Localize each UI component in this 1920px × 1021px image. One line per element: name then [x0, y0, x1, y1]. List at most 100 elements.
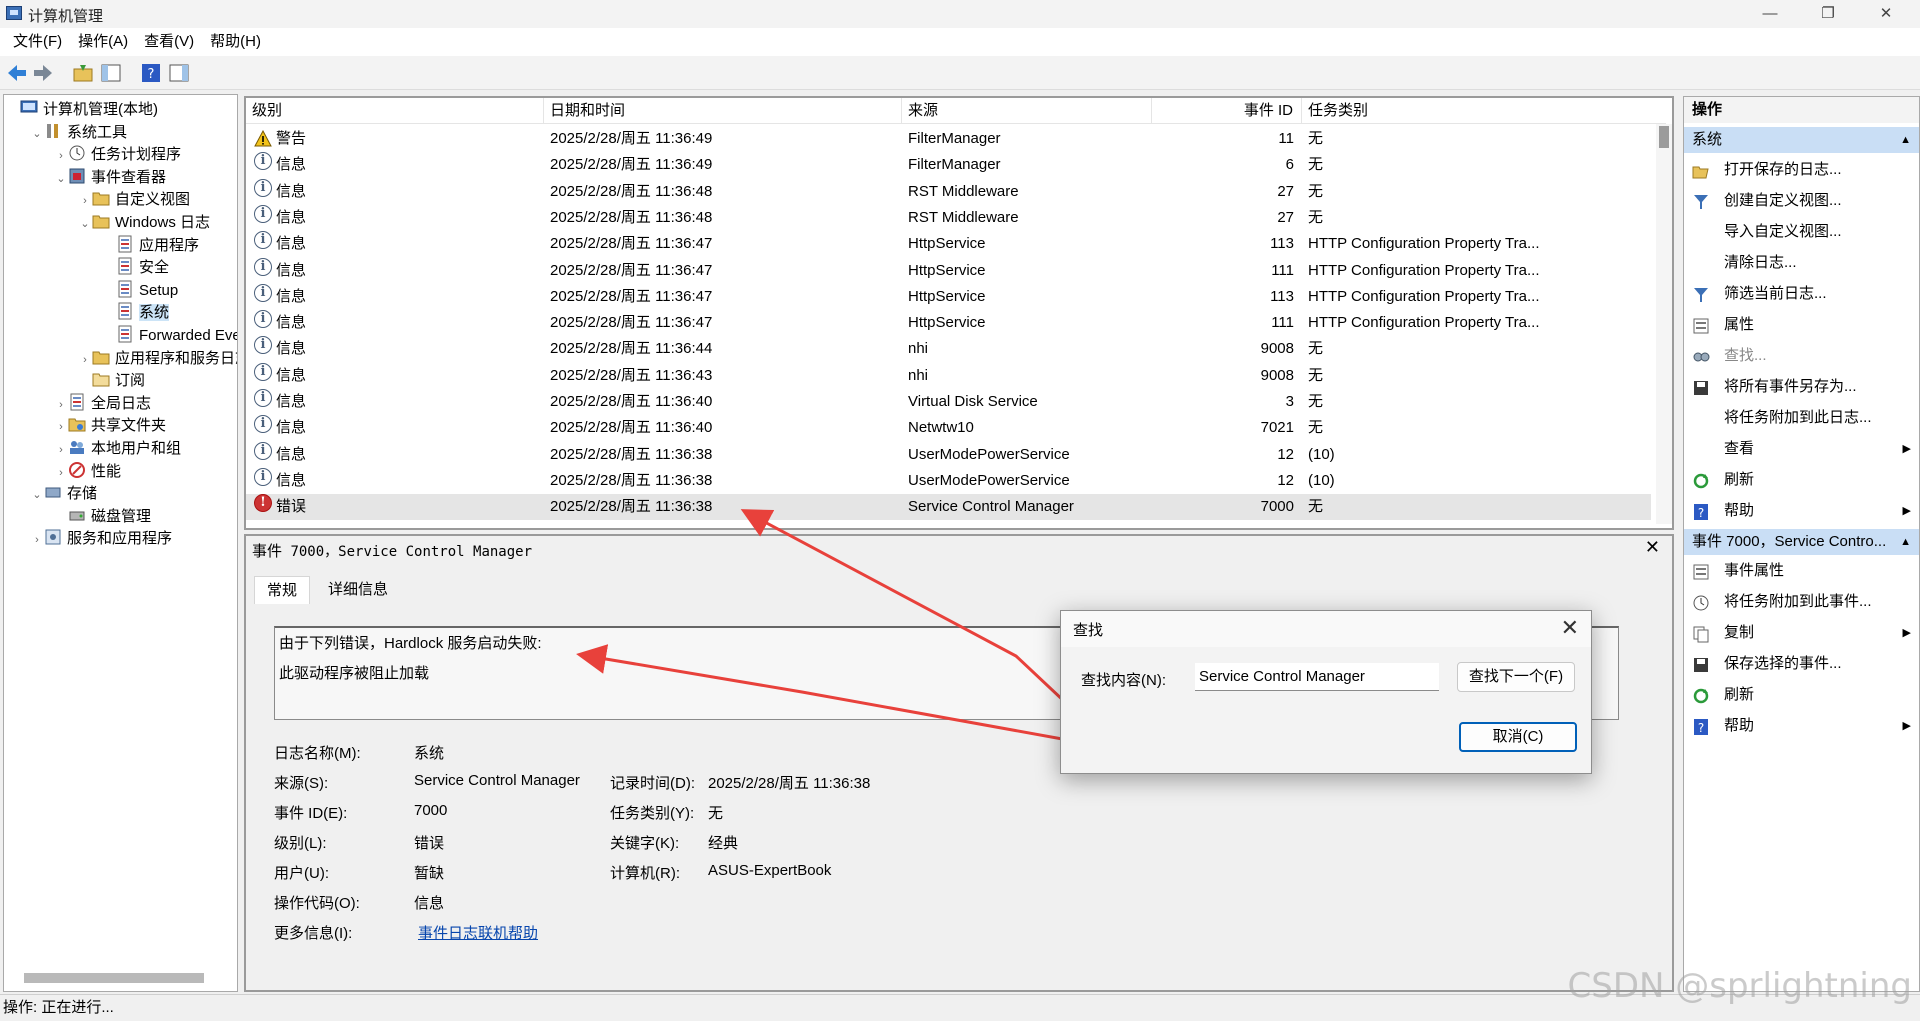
tree-item[interactable]: 计算机管理(本地)	[6, 99, 158, 121]
tree-item[interactable]: ⌄ 事件查看器	[54, 167, 166, 189]
tree-item[interactable]: ⌄ Windows 日志	[78, 212, 210, 234]
action-item[interactable]: 筛选当前日志...	[1684, 280, 1919, 308]
event-row[interactable]: i 信息 2025/2/28/周五 11:36:47 HttpService 113 HT…	[246, 283, 1651, 310]
tree-item[interactable]: › 服务和应用程序	[30, 528, 172, 550]
action-item[interactable]: 刷新	[1684, 681, 1919, 709]
event-row[interactable]: i 信息 2025/2/28/周五 11:36:47 HttpService 111 HT…	[246, 310, 1651, 336]
menu-file[interactable]: 文件(F)	[5, 28, 70, 56]
tree-item[interactable]: 磁盘管理	[54, 506, 151, 528]
action-item[interactable]: 事件属性	[1684, 557, 1919, 585]
event-row[interactable]: i 信息 2025/2/28/周五 11:36:43 nhi 9008 无	[246, 362, 1651, 389]
tree-item[interactable]: › 自定义视图	[78, 189, 190, 211]
chevron-right-icon[interactable]: ›	[78, 349, 92, 371]
show-hide-tree-icon[interactable]	[100, 62, 122, 84]
column-datetime[interactable]: 日期和时间	[544, 98, 902, 124]
up-folder-icon[interactable]	[72, 62, 94, 84]
event-row[interactable]: i 信息 2025/2/28/周五 11:36:48 RST Middleware 27…	[246, 178, 1651, 205]
console-tree: 计算机管理(本地) ⌄ 系统工具 › 任务计划程序 ⌄ 事件查看器 › 自定义视图 ⌄ Window…	[3, 94, 238, 992]
chevron-right-icon[interactable]: ›	[78, 190, 92, 212]
tree-item[interactable]: Forwarded Even	[102, 325, 237, 347]
action-item[interactable]: 打开保存的日志...	[1684, 156, 1919, 184]
action-item[interactable]: 查找...	[1684, 342, 1919, 370]
close-detail-icon[interactable]: ✕	[1645, 537, 1660, 558]
chevron-right-icon[interactable]: ›	[54, 145, 68, 167]
action-item[interactable]: 将任务附加到此日志...	[1684, 404, 1919, 432]
chevron-right-icon[interactable]: ›	[30, 529, 44, 551]
event-row[interactable]: i 信息 2025/2/28/周五 11:36:47 HttpService 113 HT…	[246, 231, 1651, 257]
chevron-right-icon[interactable]: ›	[54, 394, 68, 416]
actions-section-system[interactable]: 系统 ▲	[1684, 127, 1919, 153]
column-source[interactable]: 来源	[902, 98, 1152, 124]
event-row[interactable]: i 信息 2025/2/28/周五 11:36:48 RST Middleware 27…	[246, 204, 1651, 231]
tree-item[interactable]: › 本地用户和组	[54, 438, 181, 460]
tree-item[interactable]: 安全	[102, 257, 169, 279]
tree-horizontal-scrollbar[interactable]	[24, 973, 204, 983]
event-row[interactable]: i 信息 2025/2/28/周五 11:36:47 HttpService 111 HT…	[246, 257, 1651, 284]
tree-item[interactable]: ⌄ 存储	[30, 483, 97, 505]
collapse-up-icon[interactable]: ▲	[1900, 127, 1911, 153]
actions-section-event[interactable]: 事件 7000，Service Contro... ▲	[1684, 529, 1919, 555]
tree-item[interactable]: ⌄ 系统工具	[30, 122, 127, 144]
event-row[interactable]: 警告 2025/2/28/周五 11:36:49 FilterManager 11 无	[246, 126, 1651, 152]
tree-item[interactable]: Setup	[102, 280, 178, 302]
event-log-online-help-link[interactable]: 事件日志联机帮助	[418, 922, 538, 943]
column-task-category[interactable]: 任务类别	[1302, 98, 1582, 124]
chevron-down-icon[interactable]: ⌄	[30, 484, 44, 506]
back-arrow-icon[interactable]	[6, 62, 28, 84]
help-icon[interactable]: ?	[140, 62, 162, 84]
menu-help[interactable]: 帮助(H)	[202, 28, 269, 56]
event-row[interactable]: i 信息 2025/2/28/周五 11:36:40 Virtual Disk Ser…	[246, 389, 1651, 415]
chevron-right-icon[interactable]: ›	[54, 439, 68, 461]
action-item[interactable]: 将任务附加到此事件...	[1684, 588, 1919, 616]
action-item[interactable]: 导入自定义视图...	[1684, 218, 1919, 246]
scrollbar-thumb[interactable]	[1659, 126, 1669, 148]
tree-item[interactable]: › 共享文件夹	[54, 415, 166, 437]
action-item[interactable]: 保存选择的事件...	[1684, 650, 1919, 678]
action-item[interactable]: 创建自定义视图...	[1684, 187, 1919, 215]
close-icon[interactable]: ✕	[1561, 615, 1579, 641]
tab-details[interactable]: 详细信息	[316, 576, 400, 604]
event-row[interactable]: i 信息 2025/2/28/周五 11:36:38 UserModePowerSer…	[246, 441, 1651, 468]
menu-view[interactable]: 查看(V)	[136, 28, 202, 56]
event-list-scrollbar[interactable]	[1656, 124, 1672, 524]
action-item[interactable]: 将所有事件另存为...	[1684, 373, 1919, 401]
chevron-down-icon[interactable]: ⌄	[78, 213, 92, 235]
action-item[interactable]: ? 帮助 ▶	[1684, 497, 1919, 525]
menu-action[interactable]: 操作(A)	[70, 28, 136, 56]
tree-item[interactable]: › 应用程序和服务日志	[78, 348, 237, 371]
cancel-button[interactable]: 取消(C)	[1459, 722, 1577, 752]
find-what-input[interactable]	[1195, 663, 1439, 691]
show-hide-action-pane-icon[interactable]	[168, 62, 190, 84]
tree-item[interactable]: 应用程序	[102, 235, 199, 257]
column-level[interactable]: 级别	[246, 98, 544, 124]
collapse-up-icon[interactable]: ▲	[1900, 529, 1911, 555]
tree-item[interactable]: 系统	[102, 302, 170, 324]
chevron-down-icon[interactable]: ⌄	[30, 123, 44, 145]
forward-arrow-icon[interactable]	[32, 62, 54, 84]
action-item[interactable]: 清除日志...	[1684, 249, 1919, 277]
action-item[interactable]: ? 帮助 ▶	[1684, 712, 1919, 740]
event-row[interactable]: ! 错误 2025/2/28/周五 11:36:38 Service Control …	[246, 494, 1651, 521]
event-row[interactable]: i 信息 2025/2/28/周五 11:36:44 nhi 9008 无	[246, 336, 1651, 362]
action-item[interactable]: 刷新	[1684, 466, 1919, 494]
chevron-right-icon[interactable]: ›	[54, 416, 68, 438]
event-id: 11	[1278, 130, 1294, 147]
chevron-down-icon[interactable]: ⌄	[54, 168, 68, 190]
event-row[interactable]: i 信息 2025/2/28/周五 11:36:40 Netwtw10 7021 无	[246, 415, 1651, 441]
find-next-button[interactable]: 查找下一个(F)	[1457, 662, 1575, 692]
maximize-button[interactable]: ❐	[1808, 2, 1848, 26]
tree-item[interactable]: › 全局日志	[54, 393, 151, 415]
tree-item[interactable]: › 性能	[54, 461, 121, 483]
action-item[interactable]: 复制 ▶	[1684, 619, 1919, 647]
tree-item[interactable]: 订阅	[78, 370, 145, 392]
chevron-right-icon[interactable]: ›	[54, 462, 68, 484]
minimize-button[interactable]: —	[1750, 2, 1790, 26]
event-row[interactable]: i 信息 2025/2/28/周五 11:36:49 FilterManager 6 无	[246, 152, 1651, 178]
tab-general[interactable]: 常规	[254, 576, 311, 604]
tree-item[interactable]: › 任务计划程序	[54, 144, 181, 166]
action-item[interactable]: 属性	[1684, 311, 1919, 339]
action-item[interactable]: 查看 ▶	[1684, 435, 1919, 463]
column-event-id[interactable]: 事件 ID	[1152, 98, 1302, 124]
close-button[interactable]: ✕	[1866, 2, 1906, 26]
event-row[interactable]: i 信息 2025/2/28/周五 11:36:38 UserModePowerSer…	[246, 467, 1651, 494]
